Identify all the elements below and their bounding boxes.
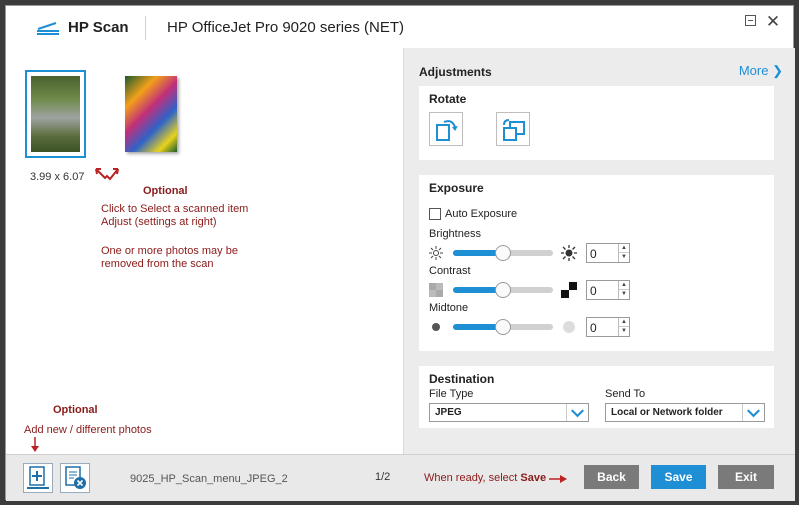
send-to-select[interactable]: Local or Network folder: [605, 403, 765, 422]
brightness-slider[interactable]: [453, 245, 553, 261]
midtone-spinner[interactable]: 0 ▲ ▼: [586, 317, 630, 337]
close-icon[interactable]: ✕: [765, 13, 781, 30]
brightness-thumb[interactable]: [495, 245, 511, 261]
more-label: More: [738, 63, 769, 78]
rotate-right-icon: [503, 119, 525, 141]
file-type-value: JPEG: [435, 407, 462, 418]
contrast-low-icon: [429, 283, 443, 297]
ready-action: Save: [520, 472, 547, 484]
file-name: 9025_HP_Scan_menu_JPEG_2: [130, 473, 288, 485]
brightness-spin-buttons: ▲ ▼: [618, 244, 629, 262]
rotate-left-button[interactable]: [429, 112, 463, 146]
bottom-bar: 9025_HP_Scan_menu_JPEG_2 1/2 When ready,…: [6, 454, 795, 501]
ready-hint: When ready, select Save: [424, 472, 546, 484]
contrast-thumb[interactable]: [495, 282, 511, 298]
rotate-card: Rotate: [419, 86, 774, 160]
scan-thumbnail-1-selected[interactable]: [25, 70, 86, 158]
contrast-high-icon: [561, 282, 577, 298]
contrast-up-icon[interactable]: ▲: [619, 281, 629, 290]
down-arrow-icon: [31, 437, 39, 452]
chevron-down-icon: [742, 404, 760, 421]
hp-scan-window: HP Scan HP OfficeJet Pro 9020 series (NE…: [5, 5, 795, 501]
auto-exposure-checkbox[interactable]: [429, 208, 441, 220]
brightness-down-icon[interactable]: ▼: [619, 253, 629, 262]
midtone-low-icon: [432, 323, 440, 331]
remove-line-1: One or more photos may be: [101, 245, 238, 257]
save-button[interactable]: Save: [651, 465, 706, 489]
ready-prefix: When ready, select: [424, 472, 521, 484]
contrast-spin-buttons: ▲ ▼: [618, 281, 629, 299]
chevron-right-icon: ❯: [772, 63, 783, 78]
file-type-label: File Type: [429, 388, 474, 400]
adjustments-pane: Adjustments More ❯ Rotate Exposure Auto …: [403, 48, 795, 454]
midtone-value: 0: [590, 321, 597, 335]
more-link[interactable]: More ❯: [739, 63, 783, 79]
title-divider: [145, 16, 146, 40]
send-to-label: Send To: [605, 388, 646, 400]
send-to-value: Local or Network folder: [611, 407, 723, 418]
back-button[interactable]: Back: [584, 465, 639, 489]
midtone-slider[interactable]: [453, 319, 553, 335]
exposure-card: Exposure Auto Exposure Brightness 0 ▲ ▼: [419, 175, 774, 351]
optional-heading-2: Optional: [53, 404, 98, 416]
destination-card: Destination File Type JPEG Send To Local…: [419, 366, 774, 428]
adjustments-title: Adjustments: [419, 65, 492, 79]
midtone-thumb[interactable]: [495, 319, 511, 335]
midtone-spin-buttons: ▲ ▼: [618, 318, 629, 336]
add-page-icon: [27, 466, 49, 489]
thumbnail-dimensions: 3.99 x 6.07: [30, 171, 85, 183]
select-line-1: Click to Select a scanned item: [101, 203, 249, 215]
select-line-2: Adjust (settings at right): [101, 216, 217, 228]
minimize-button[interactable]: [745, 15, 756, 26]
midtone-down-icon[interactable]: ▼: [619, 327, 629, 336]
contrast-down-icon[interactable]: ▼: [619, 290, 629, 299]
remove-page-button[interactable]: [60, 463, 90, 493]
select-instructions: Click to Select a scanned item Adjust (s…: [101, 203, 248, 229]
brightness-spinner[interactable]: 0 ▲ ▼: [586, 243, 630, 263]
contrast-value: 0: [590, 284, 597, 298]
rotate-right-button[interactable]: [496, 112, 530, 146]
destination-title: Destination: [429, 372, 495, 386]
remove-page-icon: [65, 466, 86, 489]
exposure-title: Exposure: [429, 181, 484, 195]
rotate-title: Rotate: [429, 92, 467, 106]
rotate-left-icon: [436, 120, 458, 141]
add-photos-note: Add new / different photos: [24, 424, 152, 436]
scanner-logo-icon: [37, 22, 59, 35]
contrast-spinner[interactable]: 0 ▲ ▼: [586, 280, 630, 300]
midtone-high-icon: [563, 321, 575, 333]
contrast-slider[interactable]: [453, 282, 553, 298]
chevron-down-icon: [566, 404, 584, 421]
midtone-up-icon[interactable]: ▲: [619, 318, 629, 327]
pigeons-photo: [31, 76, 80, 152]
brightness-up-icon[interactable]: ▲: [619, 244, 629, 253]
scan-thumbnail-2[interactable]: [125, 76, 177, 152]
printer-name: HP OfficeJet Pro 9020 series (NET): [167, 19, 405, 36]
annotation-arrows-icon: [95, 168, 119, 181]
midtone-label: Midtone: [429, 302, 469, 314]
brightness-high-icon: [561, 245, 577, 261]
brightness-label: Brightness: [429, 228, 481, 240]
right-arrow-icon: [549, 475, 567, 483]
preview-pane: 3.99 x 6.07 Optional Click to Select a s…: [6, 48, 403, 454]
remove-line-2: removed from the scan: [101, 258, 214, 270]
contrast-label: Contrast: [429, 265, 471, 277]
title-bar: HP Scan HP OfficeJet Pro 9020 series (NE…: [6, 6, 793, 48]
page-counter: 1/2: [375, 471, 391, 483]
auto-exposure-label: Auto Exposure: [445, 208, 518, 220]
optional-heading-1: Optional: [143, 185, 188, 197]
remove-instructions: One or more photos may be removed from t…: [101, 245, 238, 271]
brightness-value: 0: [590, 247, 597, 261]
add-pages-button[interactable]: [23, 463, 53, 493]
brightness-low-icon: [429, 246, 443, 260]
file-type-select[interactable]: JPEG: [429, 403, 589, 422]
app-title: HP Scan: [68, 19, 129, 36]
exit-button[interactable]: Exit: [718, 465, 774, 489]
